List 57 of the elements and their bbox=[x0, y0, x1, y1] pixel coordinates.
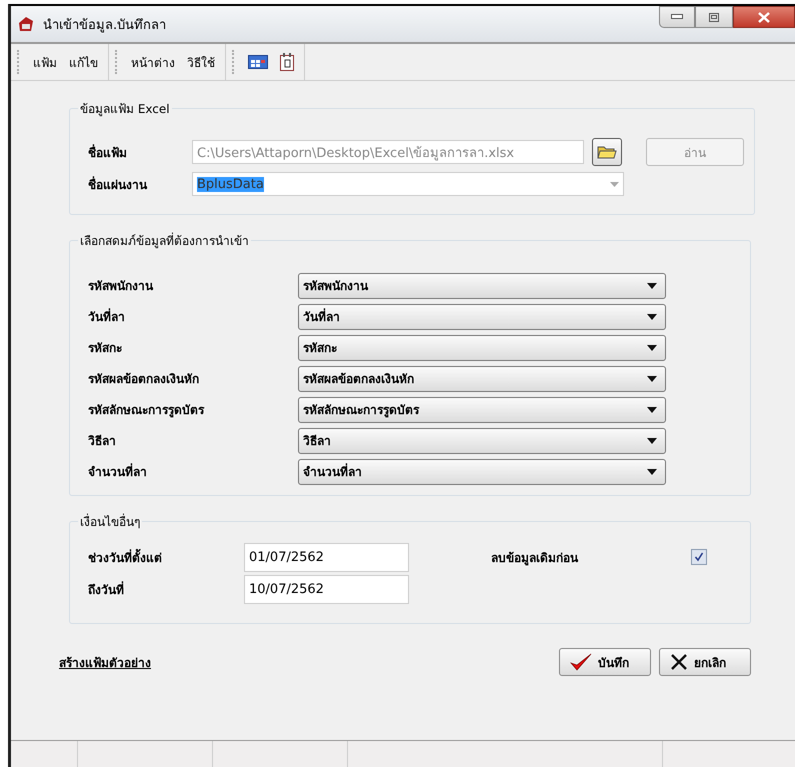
caret-icon bbox=[647, 314, 657, 320]
column-dropdown[interactable]: วันที่ลา bbox=[298, 304, 666, 330]
minimize-button[interactable] bbox=[659, 6, 695, 28]
checkbox-label: ลบข้อมูลเดิมก่อน bbox=[491, 550, 580, 566]
cross-icon bbox=[670, 653, 688, 671]
menu-item[interactable]: วิธีใช้ bbox=[187, 52, 215, 72]
window-title: นำเข้าข้อมูล.บันทึกลา bbox=[43, 16, 166, 34]
maximize-button[interactable] bbox=[695, 6, 733, 28]
menu-item[interactable]: หน้าต่าง bbox=[131, 52, 175, 72]
checkbox[interactable] bbox=[691, 549, 707, 565]
calendar-grid-icon[interactable] bbox=[248, 55, 268, 69]
folder-icon bbox=[597, 144, 617, 160]
field-label: ชื่อแผ่นงาน bbox=[88, 175, 148, 194]
checkmark-icon bbox=[570, 653, 592, 671]
date-field[interactable]: 01/07/2562 bbox=[244, 542, 409, 572]
menu-item[interactable]: แก้ไข bbox=[69, 52, 98, 72]
field-label: รหัสลักษณะการรูดบัตร bbox=[88, 402, 206, 419]
column-dropdown[interactable]: รหัสกะ bbox=[298, 334, 666, 360]
notepad-icon[interactable] bbox=[280, 53, 294, 71]
field-label: ถึงวันที่ bbox=[88, 580, 125, 598]
field-label: ช่วงวันที่ตั้งแต่ bbox=[88, 548, 163, 566]
create-sample-link[interactable]: สร้างแฟ้มตัวอย่าง bbox=[59, 652, 151, 672]
save-button[interactable]: บันทึก bbox=[559, 648, 651, 676]
field-label: วิธีลา bbox=[88, 433, 117, 450]
field-label: รหัสกะ bbox=[88, 340, 123, 357]
caret-icon bbox=[610, 182, 619, 186]
minimize-icon bbox=[671, 14, 683, 20]
column-dropdown[interactable]: รหัสผลข้อตกลงเงินหัก bbox=[298, 366, 666, 392]
cancel-button[interactable]: ยกเลิก bbox=[659, 648, 751, 676]
caret-icon bbox=[647, 438, 657, 444]
close-icon bbox=[758, 12, 770, 22]
app-icon bbox=[17, 15, 35, 33]
maximize-icon bbox=[709, 12, 719, 22]
field-label: รหัสผลข้อตกลงเงินหัก bbox=[88, 371, 200, 388]
caret-icon bbox=[647, 406, 657, 412]
caret-icon bbox=[647, 344, 657, 350]
checkmark-icon bbox=[694, 552, 704, 562]
date-field[interactable]: 10/07/2562 bbox=[244, 574, 409, 604]
field-label: วันที่ลา bbox=[88, 307, 126, 326]
menu-item[interactable]: แฟ้ม bbox=[33, 52, 57, 72]
group-title: เลือกสดมภ์ข้อมูลที่ต้องการนำเข้า bbox=[79, 232, 250, 250]
field-label: รหัสพนักงาน bbox=[88, 278, 154, 295]
open-folder-button[interactable] bbox=[592, 138, 622, 166]
file-path-field[interactable]: C:\Users\Attaporn\Desktop\Excel\ข้อมูลการลา.xlsx bbox=[192, 140, 584, 164]
caret-icon bbox=[647, 282, 657, 288]
column-dropdown[interactable]: วิธีลา bbox=[298, 428, 666, 454]
field-label: ชื่อแฟ้ม bbox=[88, 143, 128, 162]
field-label: จำนวนที่ลา bbox=[88, 462, 148, 481]
column-dropdown[interactable]: จำนวนที่ลา bbox=[298, 458, 666, 484]
sheet-dropdown[interactable]: BplusData bbox=[192, 172, 624, 196]
caret-icon bbox=[647, 468, 657, 474]
column-dropdown[interactable]: รหัสลักษณะการรูดบัตร bbox=[298, 396, 666, 422]
close-button[interactable] bbox=[733, 6, 795, 28]
group-title: เงื่อนไขอื่นๆ bbox=[79, 512, 141, 531]
group-title: ข้อมูลแฟ้ม Excel bbox=[79, 101, 171, 118]
column-dropdown[interactable]: รหัสพนักงาน bbox=[298, 272, 666, 298]
caret-icon bbox=[647, 376, 657, 382]
